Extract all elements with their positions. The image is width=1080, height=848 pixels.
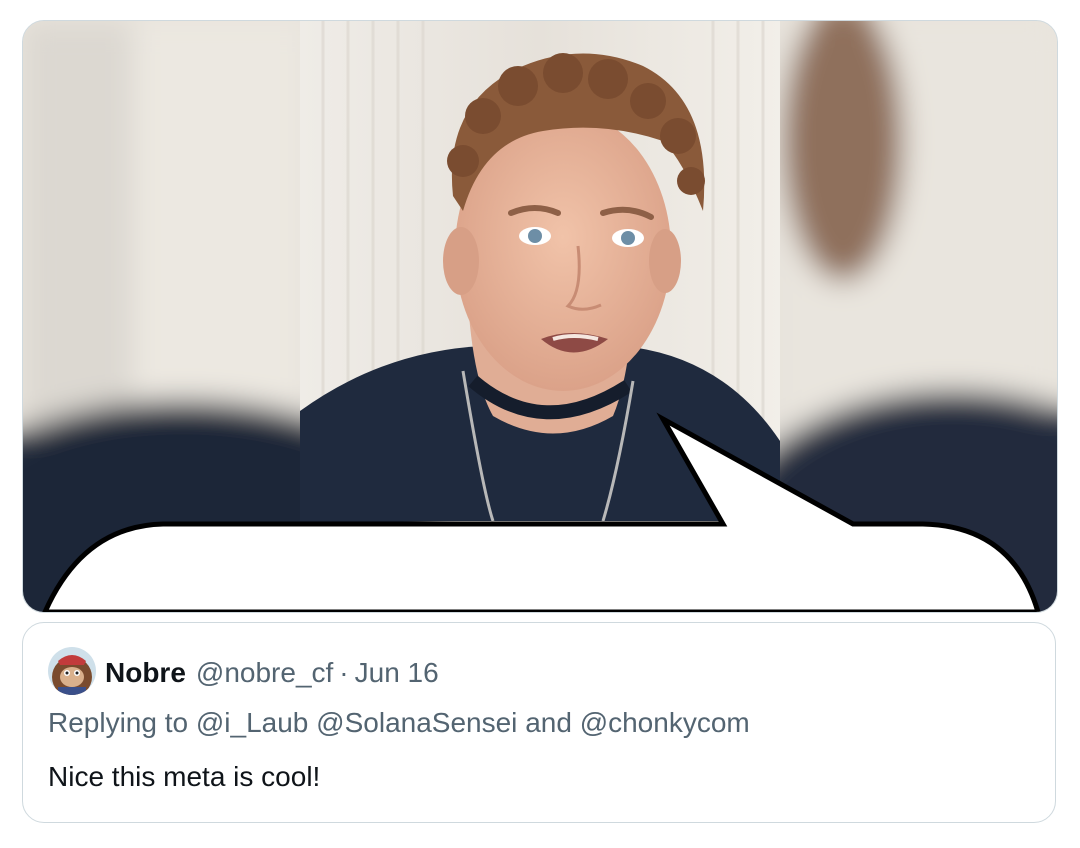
- mention-link[interactable]: @chonkycom: [580, 707, 750, 738]
- reply-conjunction: and: [525, 707, 572, 738]
- video-still-image: [23, 21, 1057, 612]
- replying-to-line: Replying to @i_Laub @SolanaSensei and @c…: [48, 707, 750, 739]
- mention-link[interactable]: @SolanaSensei: [316, 707, 517, 738]
- mention-link[interactable]: @i_Laub: [196, 707, 309, 738]
- tweet-date[interactable]: Jun 16: [355, 657, 439, 689]
- tweet-text: Nice this meta is cool!: [48, 761, 321, 792]
- replying-to-label: Replying to: [48, 707, 189, 738]
- ape-avatar-icon[interactable]: [48, 647, 96, 695]
- quoted-tweet-card[interactable]: Nobre @nobre_cf · Jun 16 Replying to @i_…: [22, 622, 1056, 823]
- separator-dot: ·: [339, 657, 349, 688]
- user-handle[interactable]: @nobre_cf: [196, 657, 333, 689]
- tweet-header: Nobre @nobre_cf · Jun 16: [105, 655, 439, 691]
- media-image-card[interactable]: [22, 20, 1058, 613]
- display-name[interactable]: Nobre: [105, 657, 186, 689]
